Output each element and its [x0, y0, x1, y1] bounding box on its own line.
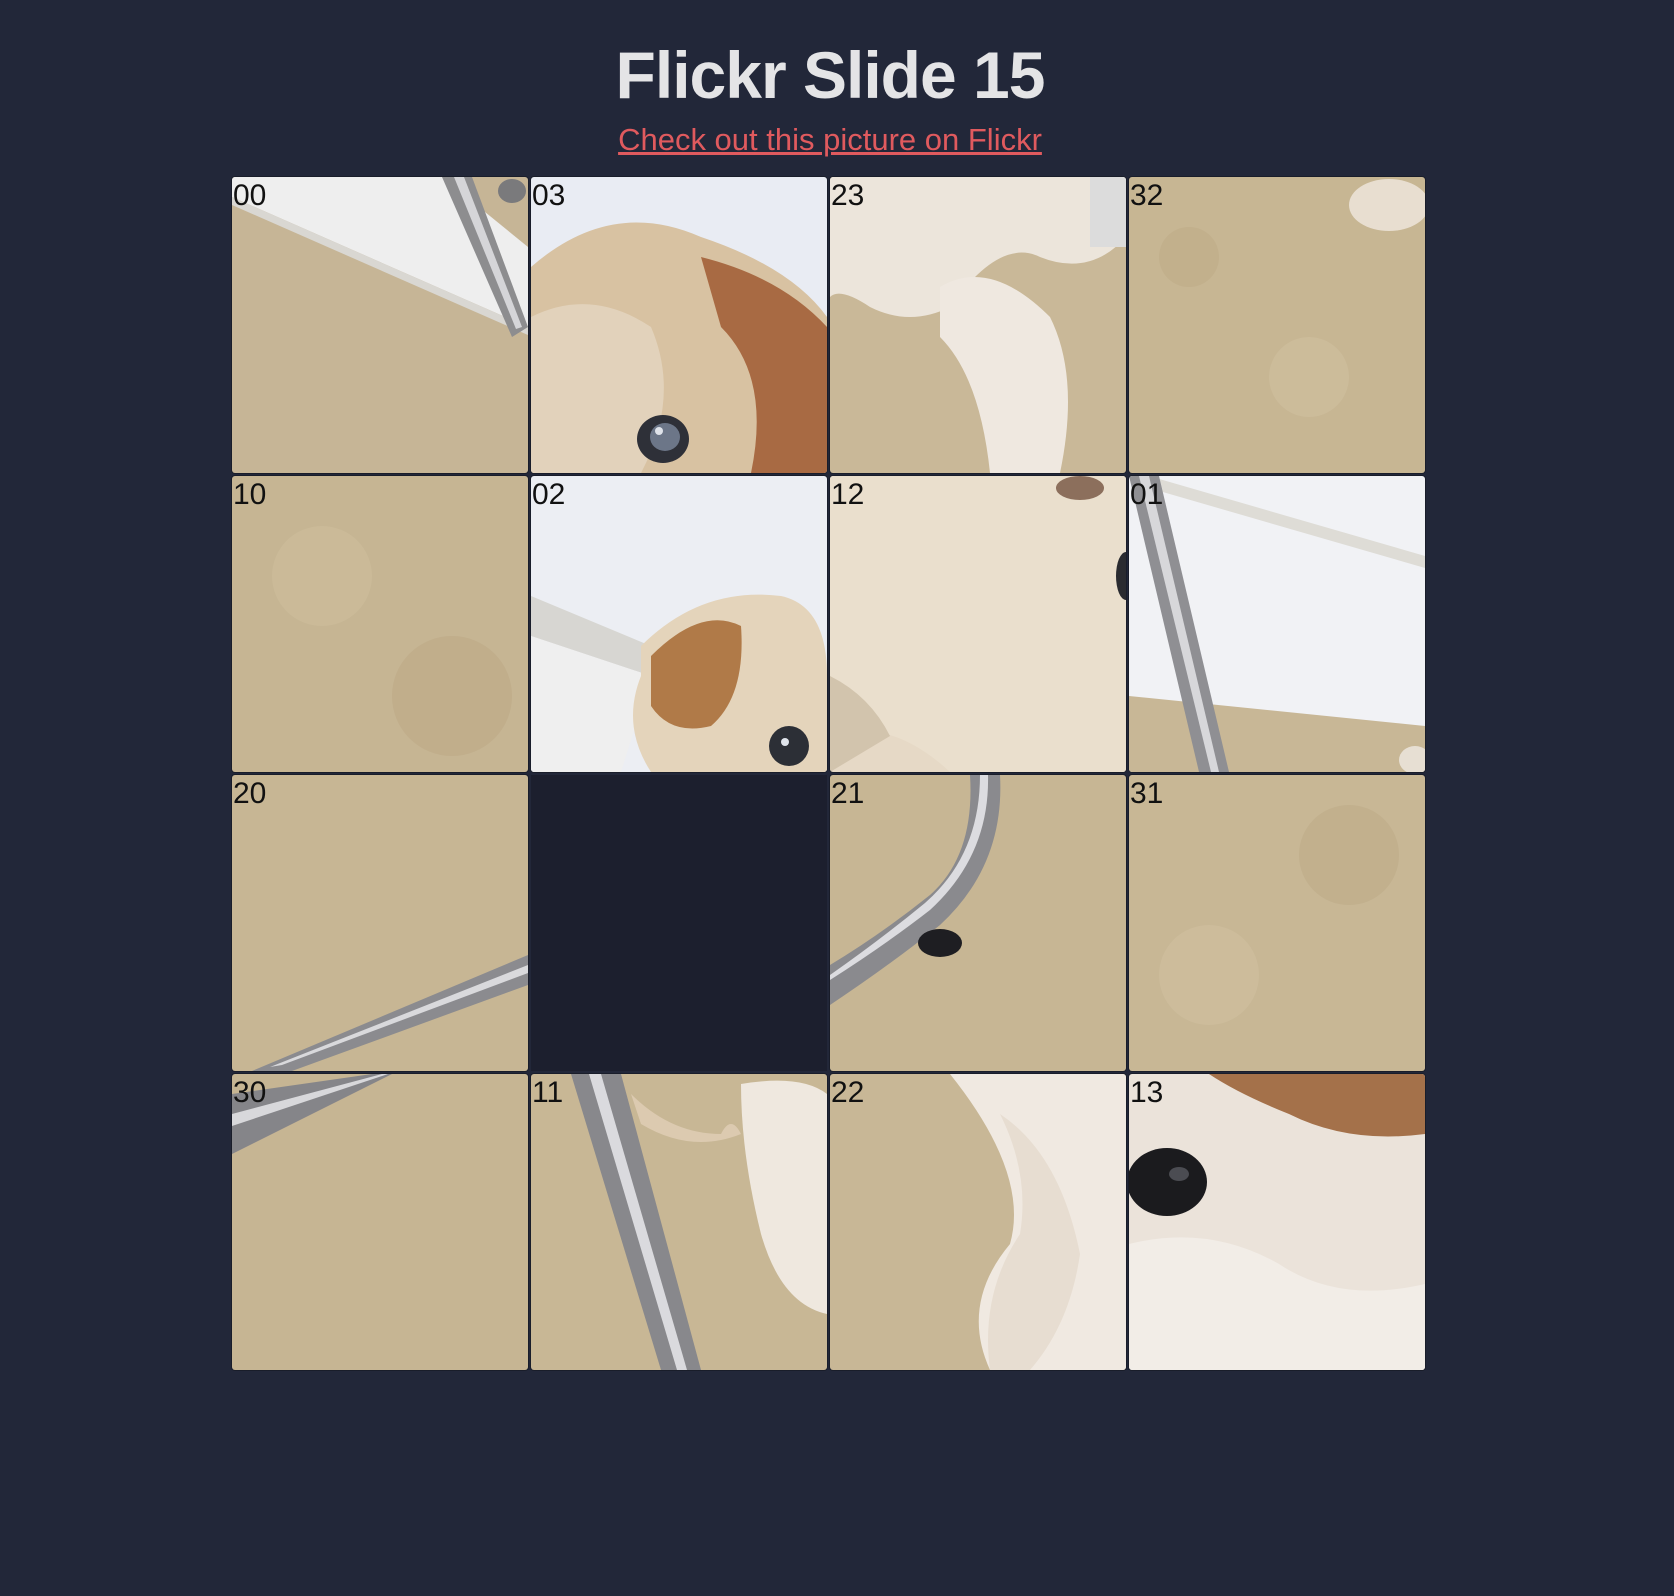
tile-label: 02: [532, 478, 566, 511]
puzzle-tile[interactable]: 03: [531, 177, 827, 473]
tile-label: 03: [532, 179, 566, 212]
carpet-chair-image: [232, 775, 528, 1071]
dog-nose-image: [1129, 1074, 1425, 1370]
tile-label: 30: [233, 1076, 267, 1109]
tile-label: 10: [233, 478, 267, 511]
carpet-image: [232, 476, 528, 772]
tile-label: 20: [233, 777, 267, 810]
puzzle-tile[interactable]: 30: [232, 1074, 528, 1370]
dog-legs-image: [830, 177, 1126, 473]
tile-label: 21: [831, 777, 865, 810]
empty-slot[interactable]: [531, 775, 827, 1071]
puzzle-tile[interactable]: 01: [1129, 476, 1425, 772]
puzzle-tile[interactable]: 11: [531, 1074, 827, 1370]
tile-label: 12: [831, 478, 865, 511]
tile-label: 32: [1130, 179, 1164, 212]
dog-body-image: [830, 476, 1126, 772]
puzzle-tile[interactable]: 13: [1129, 1074, 1425, 1370]
chair-leg-dog-tail-image: [531, 1074, 827, 1370]
puzzle-tile[interactable]: 12: [830, 476, 1126, 772]
puzzle-tile[interactable]: 23: [830, 177, 1126, 473]
carpet-image: [1129, 775, 1425, 1071]
puzzle-tile[interactable]: 32: [1129, 177, 1425, 473]
puzzle-tile[interactable]: 10: [232, 476, 528, 772]
puzzle-board: 00 03 23 32 10 02 12 01 20 21 31 30 11 2…: [232, 177, 1428, 1373]
flickr-link[interactable]: Check out this picture on Flickr: [0, 120, 1660, 160]
page-title: Flickr Slide 15: [615, 38, 1046, 112]
dog-chest-image: [830, 1074, 1126, 1370]
tile-label: 31: [1130, 777, 1164, 810]
tile-label: 22: [831, 1076, 865, 1109]
chair-leg-wall-image: [1129, 476, 1425, 772]
puzzle-tile[interactable]: 21: [830, 775, 1126, 1071]
puzzle-tile[interactable]: 20: [232, 775, 528, 1071]
dog-ear-image: [531, 476, 827, 772]
carpet-chair-image: [232, 1074, 528, 1370]
puzzle-tile[interactable]: 31: [1129, 775, 1425, 1071]
dog-head-eye-image: [531, 177, 827, 473]
chair-base-image: [830, 775, 1126, 1071]
tile-label: 11: [532, 1076, 564, 1109]
tile-label: 01: [1130, 478, 1164, 511]
carpet-wall-image: [232, 177, 528, 473]
tile-label: 23: [831, 179, 865, 212]
puzzle-tile[interactable]: 00: [232, 177, 528, 473]
page: Flickr Slide 15 Check out this picture o…: [0, 0, 1674, 1596]
tile-label: 13: [1130, 1076, 1164, 1109]
carpet-image: [1129, 177, 1425, 473]
puzzle-tile[interactable]: 02: [531, 476, 827, 772]
tile-label: 00: [233, 179, 267, 212]
puzzle-tile[interactable]: 22: [830, 1074, 1126, 1370]
